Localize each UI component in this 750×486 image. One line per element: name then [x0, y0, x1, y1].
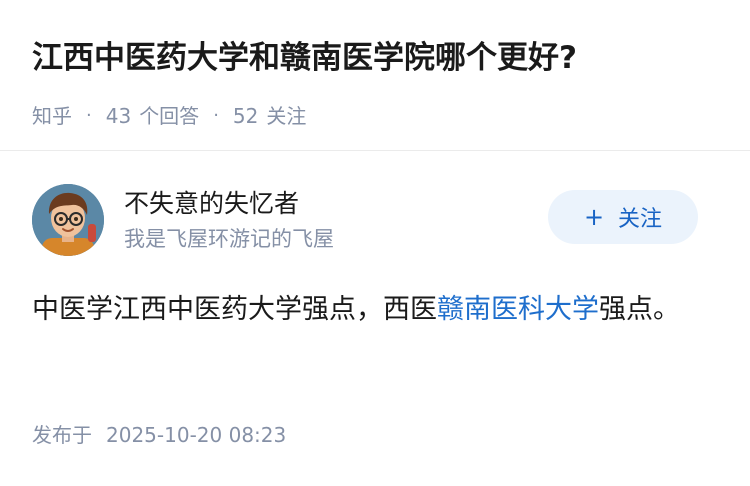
meta-separator: ·: [86, 105, 92, 126]
question-meta: 知乎 · 43 个回答 · 52 关注: [32, 102, 718, 130]
content-link[interactable]: 赣南医科大学: [437, 294, 599, 325]
answer-count: 43: [105, 104, 132, 128]
section-divider: [0, 150, 750, 151]
follow-button[interactable]: + 关注: [548, 190, 698, 244]
source-label[interactable]: 知乎: [32, 102, 72, 130]
avatar[interactable]: [32, 184, 104, 256]
author-bio: 我是飞屋环游记的飞屋: [124, 227, 334, 251]
answer-content: 中医学江西中医药大学强点，西医赣南医科大学强点。: [32, 286, 698, 334]
author-info: 不失意的失忆者 我是飞屋环游记的飞屋: [124, 186, 548, 254]
author-name[interactable]: 不失意的失忆者: [124, 186, 548, 222]
meta-separator: ·: [213, 105, 219, 126]
content-text-before: 中医学江西中医药大学强点，西医: [32, 294, 437, 325]
content-text-after: 强点。: [599, 294, 680, 325]
follower-count-label[interactable]: 关注: [266, 102, 306, 130]
cartoon-boy-avatar-icon: [32, 184, 104, 256]
follower-count: 52: [232, 104, 259, 128]
answer-count-label[interactable]: 个回答: [139, 102, 199, 130]
author-row: 不失意的失忆者 我是飞屋环游记的飞屋 + 关注: [32, 184, 698, 256]
published-time: 2025-10-20 08:23: [106, 423, 287, 447]
published-info: 发布于 2025-10-20 08:23: [32, 420, 286, 450]
answer-card: 不失意的失忆者 我是飞屋环游记的飞屋 + 关注 中医学江西中医药大学强点，西医赣…: [32, 184, 698, 334]
plus-icon: +: [583, 203, 605, 231]
question-header: 江西中医药大学和赣南医学院哪个更好? 知乎 · 43 个回答 · 52 关注: [32, 34, 718, 130]
question-title[interactable]: 江西中医药大学和赣南医学院哪个更好?: [32, 34, 718, 82]
published-label: 发布于: [32, 423, 92, 447]
follow-button-label: 关注: [618, 207, 663, 232]
